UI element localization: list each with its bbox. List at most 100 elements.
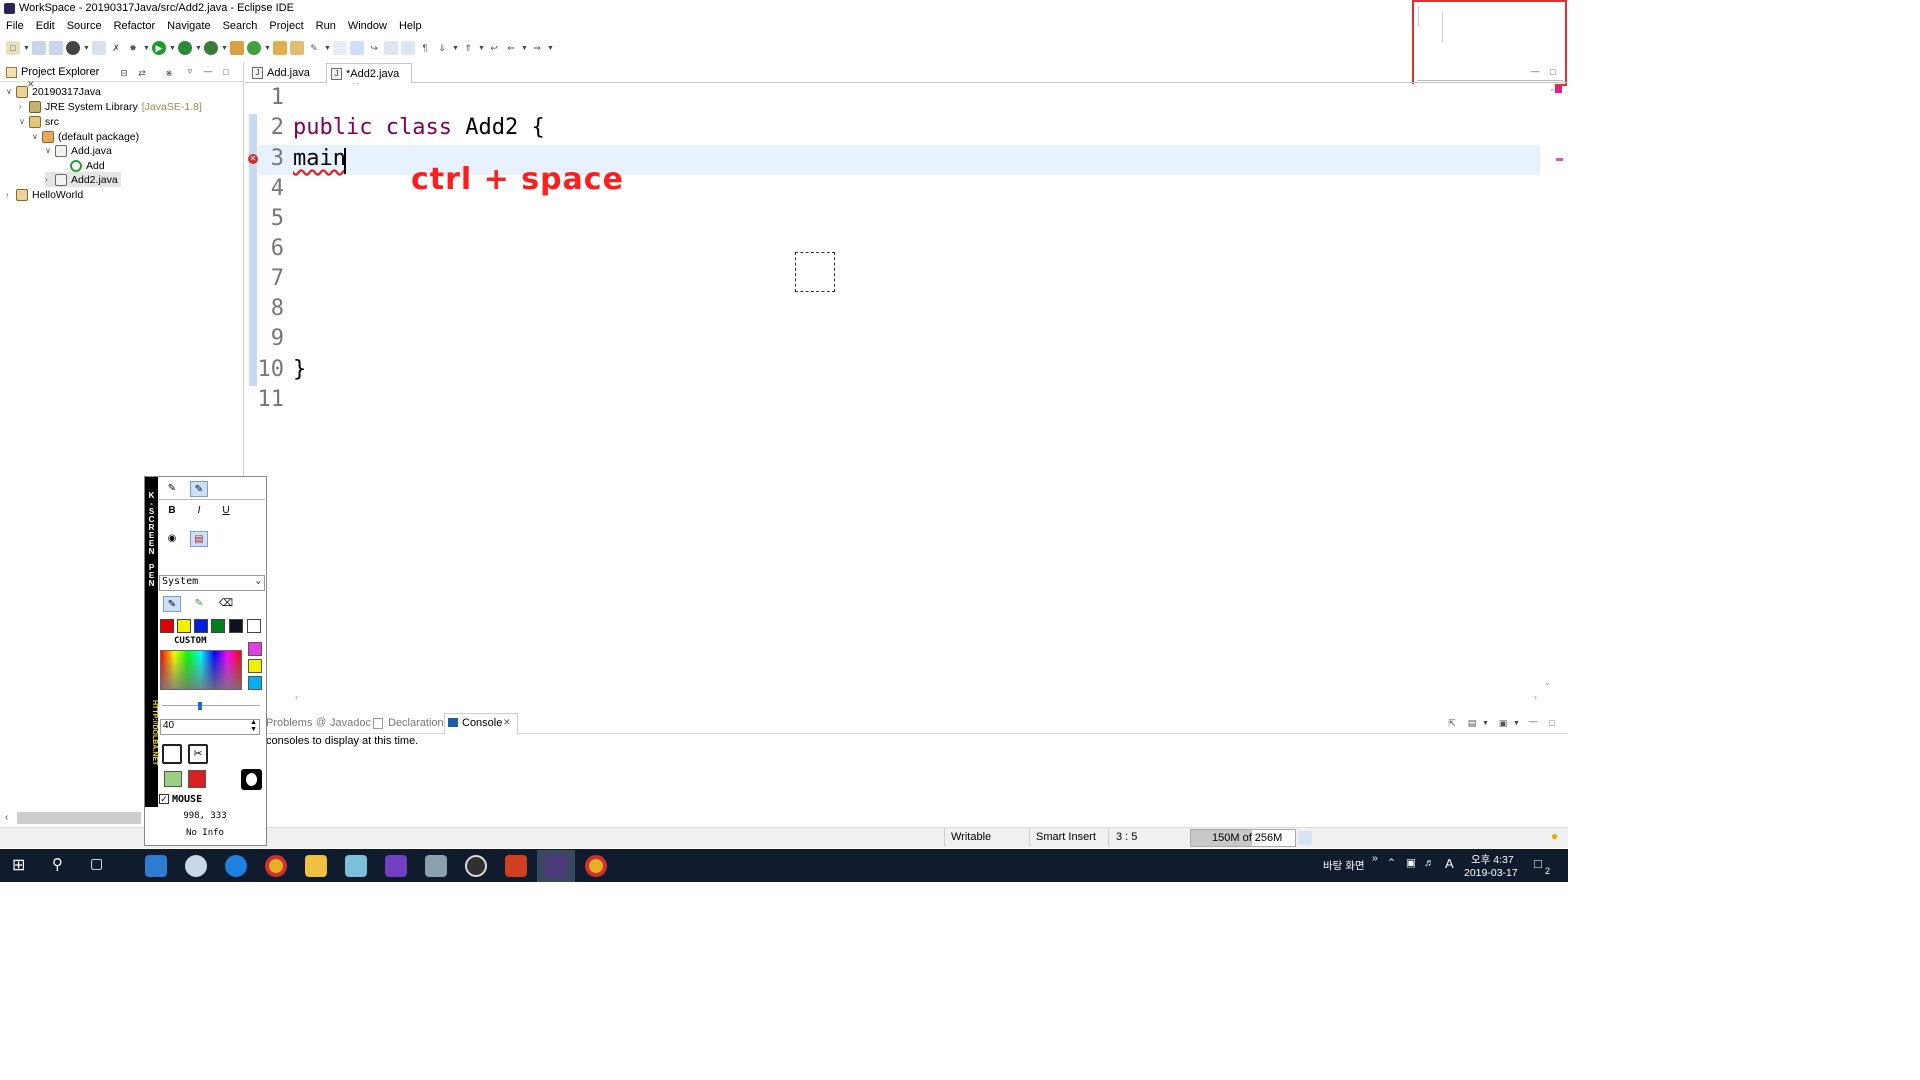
capture-icon[interactable]: ✂ bbox=[188, 744, 208, 764]
highlighter-mode-icon[interactable]: ✎ bbox=[190, 481, 208, 497]
overview-error-icon[interactable] bbox=[1555, 86, 1562, 93]
dropdown-icon[interactable]: ▼ bbox=[547, 45, 554, 52]
menu-run[interactable]: Run bbox=[310, 18, 342, 36]
size-slider-thumb[interactable] bbox=[198, 702, 202, 710]
color-swatch-white[interactable] bbox=[247, 619, 261, 633]
underline-icon[interactable]: U bbox=[217, 503, 235, 519]
save-icon[interactable] bbox=[32, 41, 46, 55]
menu-navigate[interactable]: Navigate bbox=[161, 18, 216, 36]
breadcrumb-icon[interactable] bbox=[401, 41, 415, 55]
block-selection-icon[interactable] bbox=[384, 41, 398, 55]
close-icon[interactable]: ✕ bbox=[503, 717, 511, 728]
custom-swatch-cyan[interactable] bbox=[248, 676, 262, 690]
collapse-all-icon[interactable]: ⊟ bbox=[117, 66, 131, 80]
tree-item-default-package[interactable]: ∨ (default package) bbox=[32, 129, 139, 144]
font-select[interactable]: System ⌄ bbox=[159, 575, 265, 591]
dropdown-icon[interactable]: ▼ bbox=[324, 45, 331, 52]
tree-item-helloworld[interactable]: › HelloWorld bbox=[6, 187, 83, 202]
external-tools-icon[interactable] bbox=[204, 41, 218, 55]
scroll-up-icon[interactable]: ⌃ bbox=[1549, 88, 1556, 97]
tree-item-project[interactable]: ∨ 20190317Java bbox=[6, 84, 101, 99]
menu-file[interactable]: File bbox=[0, 18, 30, 36]
last-edit-icon[interactable]: ↩ bbox=[487, 41, 501, 55]
expand-icon[interactable]: ∨ bbox=[45, 146, 55, 155]
bold-icon[interactable]: B bbox=[163, 503, 181, 519]
new-package-icon[interactable] bbox=[230, 41, 244, 55]
console-icon[interactable] bbox=[92, 41, 106, 55]
notification-icon[interactable]: □ bbox=[1534, 856, 1542, 871]
open-type-icon[interactable] bbox=[273, 41, 287, 55]
save-icon[interactable] bbox=[162, 744, 182, 764]
explorer-hscrollbar[interactable] bbox=[17, 812, 141, 824]
edge-icon[interactable] bbox=[225, 855, 247, 877]
expand-icon[interactable]: ∨ bbox=[6, 87, 16, 96]
mouse-checkbox[interactable]: ✓ bbox=[159, 794, 169, 804]
menu-window[interactable]: Window bbox=[342, 18, 393, 36]
dropdown-icon[interactable]: ▼ bbox=[521, 45, 528, 52]
coverage-icon[interactable] bbox=[178, 41, 192, 55]
dropdown-icon[interactable]: ▼ bbox=[23, 45, 30, 52]
dropdown-icon[interactable]: ▼ bbox=[221, 45, 228, 52]
minimize-icon[interactable]: — bbox=[1526, 714, 1540, 728]
task-view-icon[interactable]: ▢ bbox=[90, 855, 103, 872]
dropdown-icon[interactable]: ▼ bbox=[452, 45, 459, 52]
search-icon[interactable]: ⚲ bbox=[52, 855, 63, 873]
new-console-icon[interactable]: ▣ bbox=[1496, 716, 1510, 730]
dropdown-icon[interactable]: ▼ bbox=[478, 45, 485, 52]
expand-icon[interactable]: › bbox=[19, 102, 29, 111]
link-editor-icon[interactable]: ⇄ bbox=[135, 66, 149, 80]
tab-add2-java[interactable]: J *Add2.java ✕ bbox=[326, 63, 412, 91]
word-wrap-icon[interactable]: ↪ bbox=[367, 41, 381, 55]
size-slider-track[interactable] bbox=[162, 705, 260, 706]
profile-icon[interactable] bbox=[66, 41, 80, 55]
expand-icon[interactable]: ∨ bbox=[32, 132, 42, 141]
color-swatch-yellow[interactable] bbox=[177, 619, 191, 633]
color-swatch-blue[interactable] bbox=[194, 619, 208, 633]
menu-search[interactable]: Search bbox=[217, 18, 264, 36]
us-flag-icon[interactable]: ▤ bbox=[190, 531, 208, 547]
overview-error-mark[interactable] bbox=[1556, 158, 1563, 161]
menu-source[interactable]: Source bbox=[61, 18, 108, 36]
dropdown-icon[interactable]: ▼ bbox=[195, 45, 202, 52]
maximize-icon[interactable]: □ bbox=[1545, 716, 1559, 730]
color-swatch-red[interactable] bbox=[160, 619, 174, 633]
file-explorer-icon[interactable] bbox=[305, 855, 327, 877]
expand-icon[interactable]: › bbox=[45, 175, 55, 184]
menu-refactor[interactable]: Refactor bbox=[108, 18, 162, 36]
annotation-icon[interactable] bbox=[333, 41, 347, 55]
taskbar-app-icon[interactable] bbox=[145, 855, 167, 877]
chrome-icon[interactable] bbox=[265, 855, 287, 877]
skip-breakpoints-icon[interactable]: ✗ bbox=[109, 41, 123, 55]
minimize-icon[interactable]: — bbox=[1528, 64, 1542, 78]
back-icon[interactable]: ⇐ bbox=[504, 41, 518, 55]
image-icon[interactable] bbox=[164, 771, 182, 787]
dropdown-icon[interactable]: ▼ bbox=[143, 45, 150, 52]
tree-item-add2-java[interactable]: › Add2.java bbox=[45, 172, 121, 187]
clock-date[interactable]: 2019-03-17 bbox=[1464, 867, 1518, 879]
editor-hscrollbar[interactable]: ‹ › bbox=[291, 692, 1541, 706]
maximize-icon[interactable]: □ bbox=[219, 65, 233, 79]
tray-expand-icon[interactable]: ⌃ bbox=[1387, 857, 1396, 869]
filter-icon[interactable]: ⋇ bbox=[162, 66, 176, 80]
status-cursor-position[interactable]: 3 : 5 bbox=[1116, 831, 1137, 843]
eclipse-icon[interactable] bbox=[545, 855, 567, 877]
menu-help[interactable]: Help bbox=[393, 18, 428, 36]
maximize-icon[interactable]: □ bbox=[1546, 65, 1560, 79]
tab-add-java[interactable]: J Add.java bbox=[248, 63, 326, 83]
pen-size-stepper[interactable]: 40 ▲ ▼ bbox=[160, 719, 260, 735]
chrome-icon[interactable] bbox=[585, 855, 607, 877]
pen-mode-icon[interactable]: ✎ bbox=[163, 481, 181, 497]
trash-icon[interactable] bbox=[1298, 831, 1312, 845]
mark-occurrences-icon[interactable] bbox=[350, 41, 364, 55]
italic-icon[interactable]: I bbox=[190, 503, 208, 519]
display-console-icon[interactable]: ▤ bbox=[1465, 716, 1479, 730]
save-all-icon[interactable] bbox=[49, 41, 63, 55]
dropdown-icon[interactable]: ▼ bbox=[1482, 720, 1489, 727]
view-menu-icon[interactable]: ▿ bbox=[183, 64, 197, 78]
dropdown-icon[interactable]: ▼ bbox=[1513, 720, 1520, 727]
exit-icon[interactable] bbox=[188, 770, 206, 788]
scroll-left-icon[interactable]: ‹ bbox=[5, 812, 8, 823]
tree-item-jre[interactable]: › JRE System Library [JavaSE-1.8] bbox=[19, 99, 202, 114]
scroll-down-icon[interactable]: ⌄ bbox=[1544, 678, 1551, 687]
tree-item-add-java[interactable]: ∨ Add.java bbox=[45, 143, 112, 158]
